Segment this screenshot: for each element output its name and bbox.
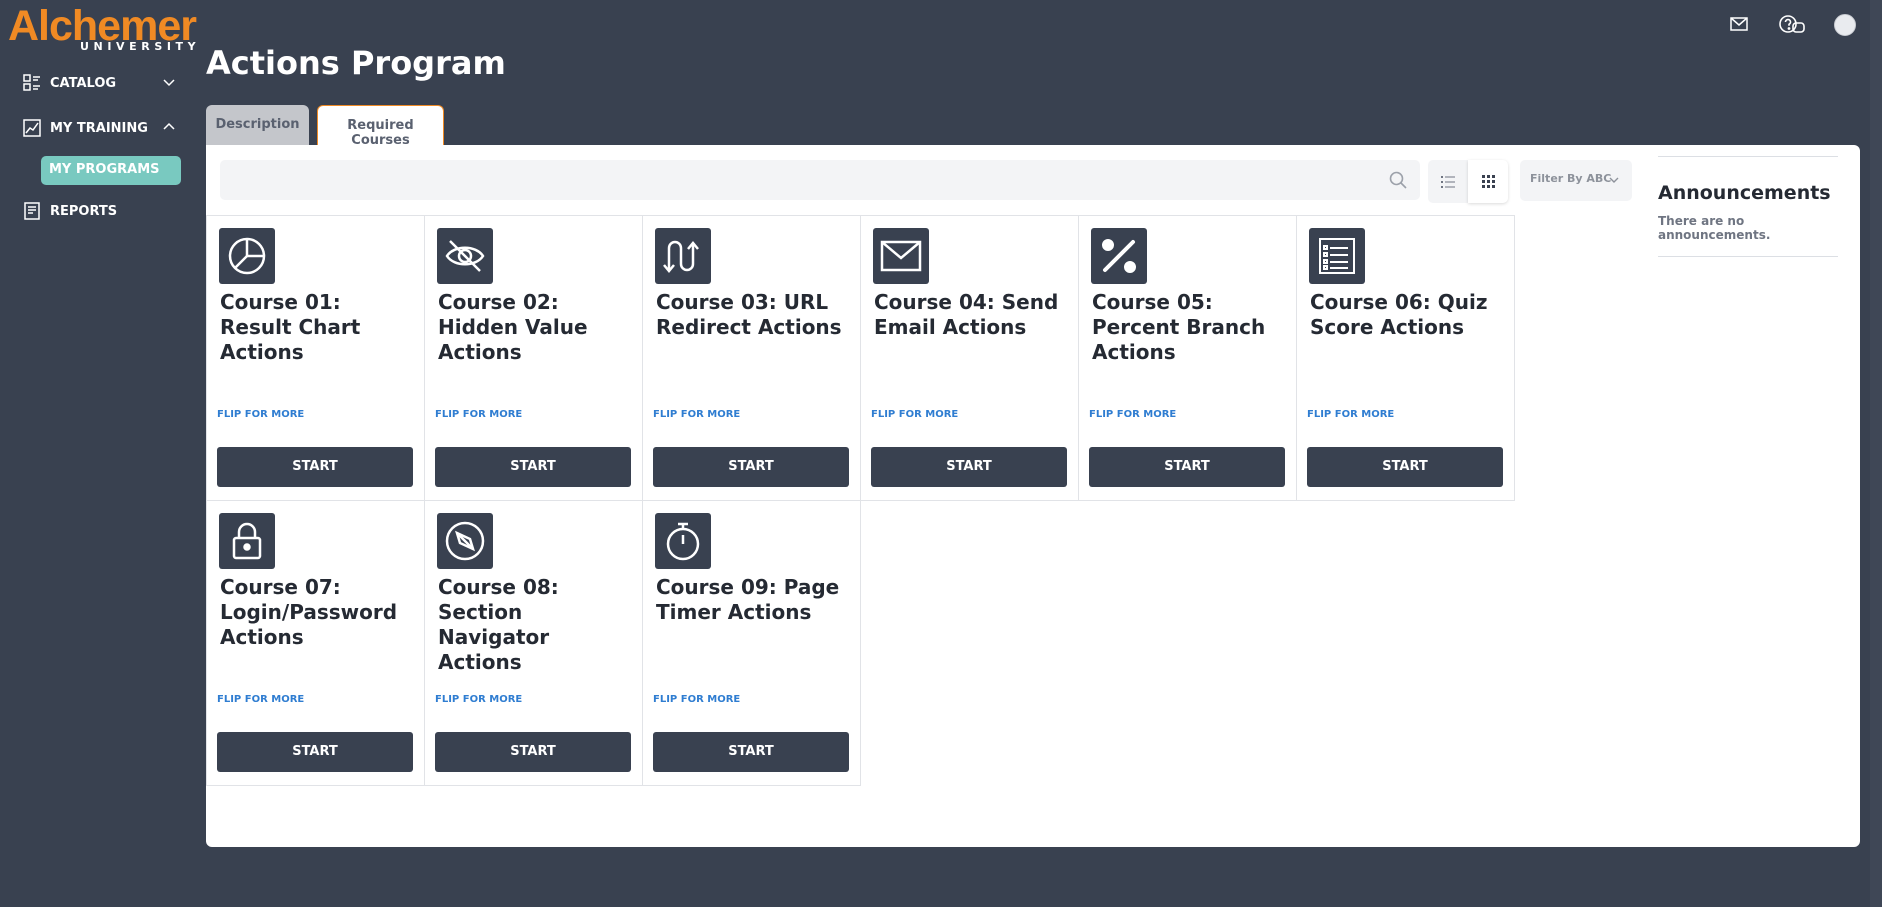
start-button[interactable]: START: [435, 447, 631, 487]
flip-for-more-link[interactable]: FLIP FOR MORE: [217, 694, 304, 705]
tab-required-courses[interactable]: Required Courses: [317, 105, 444, 148]
course-title: Course 06: Quiz Score Actions: [1310, 290, 1488, 339]
flip-for-more-link[interactable]: FLIP FOR MORE: [1089, 409, 1176, 420]
flip-for-more-link[interactable]: FLIP FOR MORE: [217, 409, 304, 420]
course-card: Course 09: Page Timer Actions FLIP FOR M…: [642, 500, 861, 786]
start-button[interactable]: START: [1307, 447, 1503, 487]
announcements-title: Announcements: [1658, 182, 1831, 204]
compass-icon: [437, 513, 493, 569]
logo-sub-text: UNIVERSITY: [80, 40, 201, 53]
envelope-icon: [873, 228, 929, 284]
course-title: Course 04: Send Email Actions: [874, 290, 1059, 339]
course-title: Course 05: Percent Branch Actions: [1092, 290, 1266, 364]
course-card: Course 08: Section Navigator Actions FLI…: [424, 500, 643, 786]
lock-icon: [219, 513, 275, 569]
course-card: Course 06: Quiz Score Actions FLIP FOR M…: [1296, 215, 1515, 501]
catalog-icon: [23, 74, 40, 91]
pie-chart-icon: [219, 228, 275, 284]
course-card: Course 01: Result Chart Actions FLIP FOR…: [206, 215, 425, 501]
checklist-icon: [1309, 228, 1365, 284]
course-title: Course 03: URL Redirect Actions: [656, 290, 842, 339]
eye-slash-icon: [437, 228, 493, 284]
course-title: Course 09: Page Timer Actions: [656, 575, 840, 624]
course-title: Course 02: Hidden Value Actions: [438, 290, 588, 364]
filter-dropdown[interactable]: Filter By ABC: [1520, 160, 1632, 201]
search-icon[interactable]: [1388, 170, 1408, 190]
search-input[interactable]: [220, 160, 1420, 200]
flip-for-more-link[interactable]: FLIP FOR MORE: [653, 409, 740, 420]
divider: [1658, 256, 1838, 257]
course-card: Course 05: Percent Branch Actions FLIP F…: [1078, 215, 1297, 501]
start-button[interactable]: START: [435, 732, 631, 772]
avatar[interactable]: [1834, 14, 1856, 36]
help-chat-icon[interactable]: [1778, 14, 1806, 36]
flip-for-more-link[interactable]: FLIP FOR MORE: [1307, 409, 1394, 420]
page-title: Actions Program: [206, 44, 506, 82]
course-card: Course 03: URL Redirect Actions FLIP FOR…: [642, 215, 861, 501]
sidebar-item-my-training[interactable]: MY TRAINING: [22, 118, 182, 138]
course-title: Course 08: Section Navigator Actions: [438, 575, 559, 674]
course-card: Course 02: Hidden Value Actions FLIP FOR…: [424, 215, 643, 501]
stopwatch-icon: [655, 513, 711, 569]
main-panel: Filter By ABC Course 01: Result Chart Ac…: [206, 145, 1860, 847]
start-button[interactable]: START: [653, 732, 849, 772]
course-card: Course 07: Login/Password Actions FLIP F…: [206, 500, 425, 786]
list-icon: [1441, 175, 1455, 188]
grid-icon: [1481, 175, 1495, 188]
sidebar-item-label: MY TRAINING: [50, 120, 148, 136]
flip-for-more-link[interactable]: FLIP FOR MORE: [435, 694, 522, 705]
tab-description[interactable]: Description: [206, 105, 309, 145]
sidebar-item-label: CATALOG: [50, 75, 117, 91]
announcements-panel: Announcements There are no announcements…: [1658, 156, 1838, 257]
start-button[interactable]: START: [1089, 447, 1285, 487]
filter-label: Filter By ABC: [1530, 172, 1612, 185]
redirect-arrows-icon: [655, 228, 711, 284]
list-view-button[interactable]: [1428, 160, 1468, 203]
mail-icon[interactable]: [1729, 14, 1749, 34]
start-button[interactable]: START: [217, 732, 413, 772]
course-card: Course 04: Send Email Actions FLIP FOR M…: [860, 215, 1079, 501]
chevron-down-icon: [1609, 177, 1619, 183]
grid-view-button[interactable]: [1468, 160, 1508, 203]
sidebar-item-catalog[interactable]: CATALOG: [22, 73, 182, 93]
start-button[interactable]: START: [217, 447, 413, 487]
course-title: Course 01: Result Chart Actions: [220, 290, 361, 364]
report-icon: [24, 202, 40, 220]
course-title: Course 07: Login/Password Actions: [220, 575, 398, 649]
sidebar-item-my-programs[interactable]: MY PROGRAMS: [41, 156, 181, 185]
sidebar-item-label: REPORTS: [50, 203, 118, 219]
chart-line-icon: [23, 119, 41, 137]
scrollbar[interactable]: [1870, 0, 1882, 907]
percent-icon: [1091, 228, 1147, 284]
flip-for-more-link[interactable]: FLIP FOR MORE: [871, 409, 958, 420]
announcements-empty-text: There are no announcements.: [1658, 214, 1771, 242]
sidebar-item-reports[interactable]: REPORTS: [22, 201, 117, 221]
start-button[interactable]: START: [871, 447, 1067, 487]
alchemer-university-logo[interactable]: Alchemer UNIVERSITY: [8, 4, 197, 54]
start-button[interactable]: START: [653, 447, 849, 487]
flip-for-more-link[interactable]: FLIP FOR MORE: [435, 409, 522, 420]
chevron-up-icon: [163, 122, 175, 130]
flip-for-more-link[interactable]: FLIP FOR MORE: [653, 694, 740, 705]
chevron-down-icon: [163, 79, 175, 87]
